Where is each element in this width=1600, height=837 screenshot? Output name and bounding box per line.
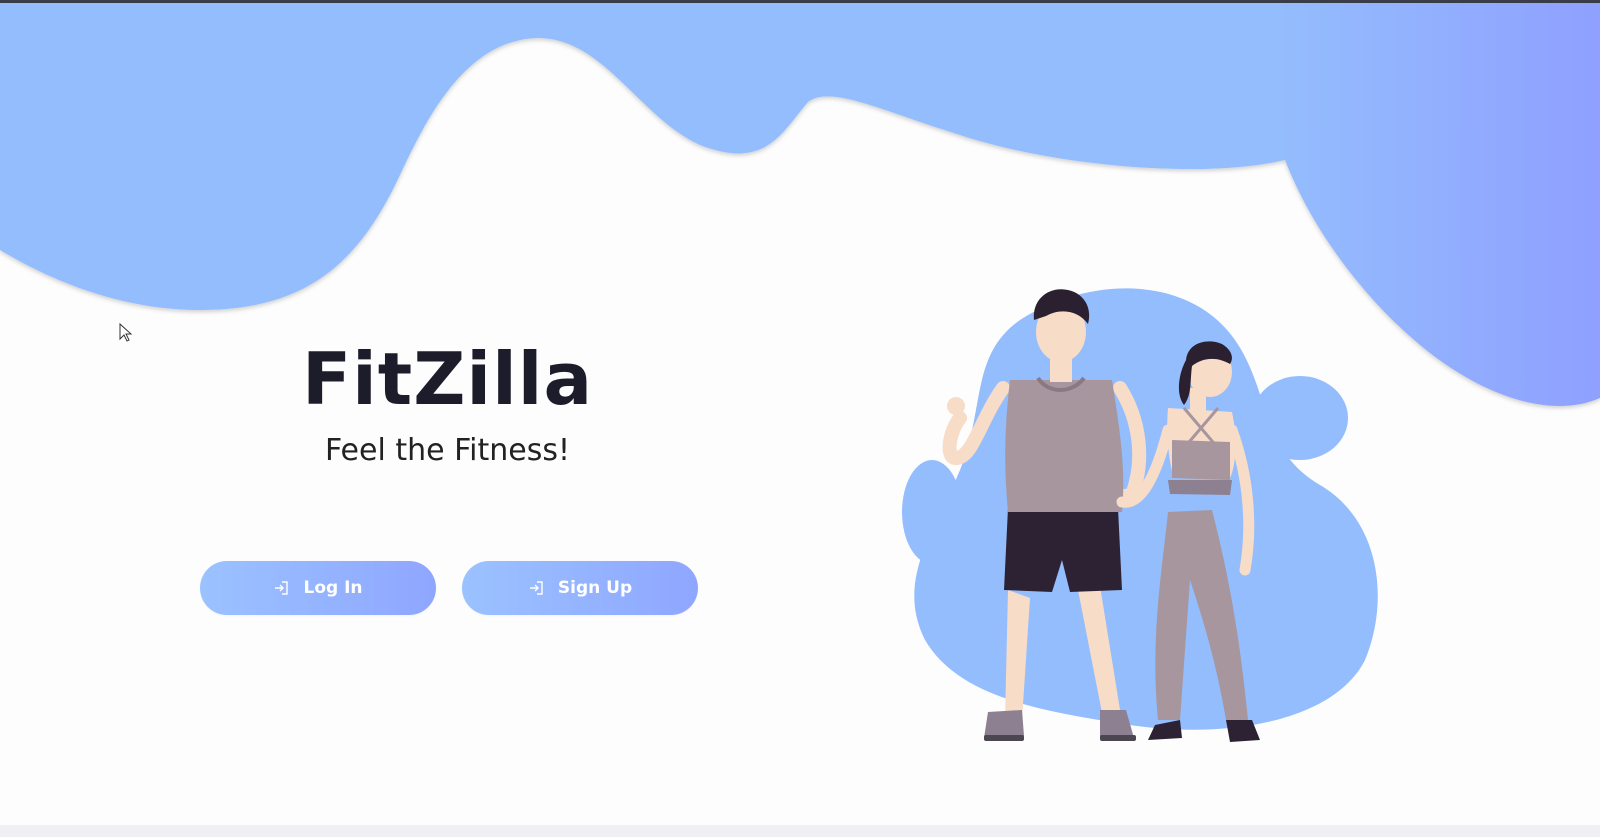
login-button[interactable]: Log In: [200, 561, 436, 615]
login-label: Log In: [303, 578, 363, 598]
app-tagline: Feel the Fitness!: [324, 433, 571, 469]
signup-button[interactable]: Sign Up: [462, 561, 698, 615]
window-bottom-bar: [0, 825, 1600, 837]
login-arrow-icon: [528, 580, 544, 596]
blob-shape: [914, 288, 1378, 730]
fitness-couple-illustration: [902, 288, 1378, 742]
hero-section: FitZilla Feel the Fitness!: [195, 337, 700, 469]
app-title: FitZilla: [301, 337, 594, 421]
mouse-pointer-icon: [119, 323, 133, 342]
blob-small-left: [902, 460, 962, 564]
auth-buttons: Log In Sign Up: [200, 561, 700, 615]
signup-label: Sign Up: [557, 578, 633, 598]
login-arrow-icon: [273, 580, 289, 596]
